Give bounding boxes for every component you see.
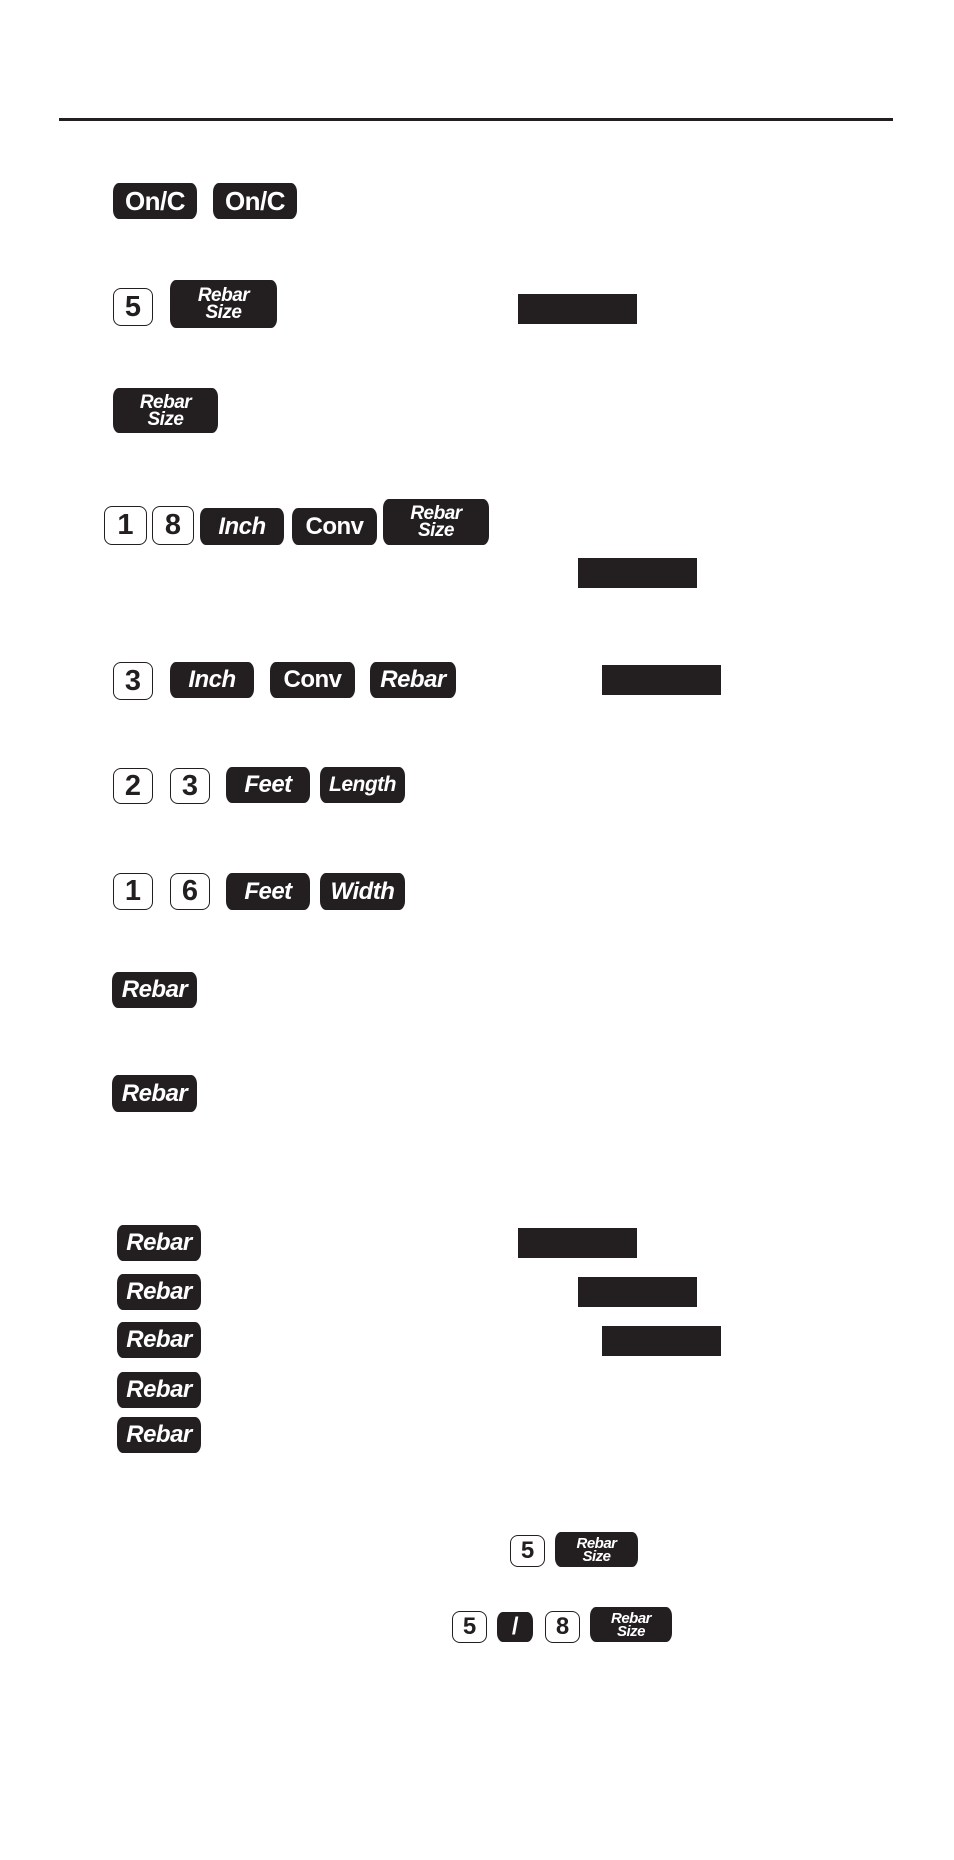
- display-readout-redacted: [602, 665, 721, 695]
- on-c-key[interactable]: On/C: [113, 183, 197, 219]
- rebar-key[interactable]: Rebar: [370, 662, 456, 698]
- inch-key[interactable]: Inch: [170, 662, 254, 698]
- digit-1-key[interactable]: 1: [104, 506, 147, 545]
- rebar-key[interactable]: Rebar: [117, 1274, 201, 1310]
- conv-key[interactable]: Conv: [270, 662, 355, 698]
- feet-key[interactable]: Feet: [226, 767, 310, 803]
- rebar-key[interactable]: Rebar: [112, 1075, 197, 1112]
- digit-1-key[interactable]: 1: [113, 873, 153, 910]
- digit-8-key[interactable]: 8: [152, 506, 194, 545]
- display-readout-redacted: [518, 294, 637, 324]
- size-label: Size: [147, 408, 184, 430]
- display-readout-redacted: [578, 1277, 697, 1307]
- rebar-key[interactable]: Rebar: [112, 972, 197, 1008]
- rebar-label: Rebar: [139, 391, 192, 413]
- rebar-size-key[interactable]: Rebar Size: [113, 388, 218, 433]
- rebar-key[interactable]: Rebar: [117, 1322, 201, 1358]
- rebar-size-key[interactable]: Rebar Size: [383, 499, 489, 545]
- rebar-size-key[interactable]: Rebar Size: [555, 1532, 638, 1567]
- conv-key[interactable]: Conv: [292, 508, 377, 545]
- rebar-key[interactable]: Rebar: [117, 1417, 201, 1453]
- digit-2-key[interactable]: 2: [113, 768, 153, 804]
- display-readout-redacted: [602, 1326, 721, 1356]
- display-readout-redacted: [578, 558, 697, 588]
- on-c-key[interactable]: On/C: [213, 183, 297, 219]
- digit-6-key[interactable]: 6: [170, 873, 210, 910]
- size-label: Size: [616, 1622, 646, 1640]
- feet-key[interactable]: Feet: [226, 873, 310, 910]
- section-divider: [59, 118, 893, 121]
- rebar-key[interactable]: Rebar: [117, 1225, 201, 1261]
- digit-3-key[interactable]: 3: [113, 662, 153, 700]
- digit-5-key[interactable]: 5: [452, 1611, 487, 1643]
- rebar-key[interactable]: Rebar: [117, 1372, 201, 1408]
- digit-5-key[interactable]: 5: [113, 288, 153, 326]
- length-key[interactable]: Length: [320, 767, 405, 803]
- digit-5-key[interactable]: 5: [510, 1535, 545, 1567]
- size-label: Size: [582, 1547, 611, 1565]
- digit-8-key[interactable]: 8: [545, 1611, 580, 1643]
- digit-3-key[interactable]: 3: [170, 768, 210, 804]
- inch-key[interactable]: Inch: [200, 508, 284, 545]
- size-label: Size: [205, 302, 242, 323]
- fraction-slash-key[interactable]: /: [497, 1612, 533, 1642]
- rebar-size-key[interactable]: Rebar Size: [170, 280, 277, 328]
- display-readout-redacted: [518, 1228, 637, 1258]
- width-key[interactable]: Width: [320, 873, 405, 910]
- size-label: Size: [417, 520, 455, 541]
- rebar-size-key[interactable]: Rebar Size: [590, 1607, 672, 1642]
